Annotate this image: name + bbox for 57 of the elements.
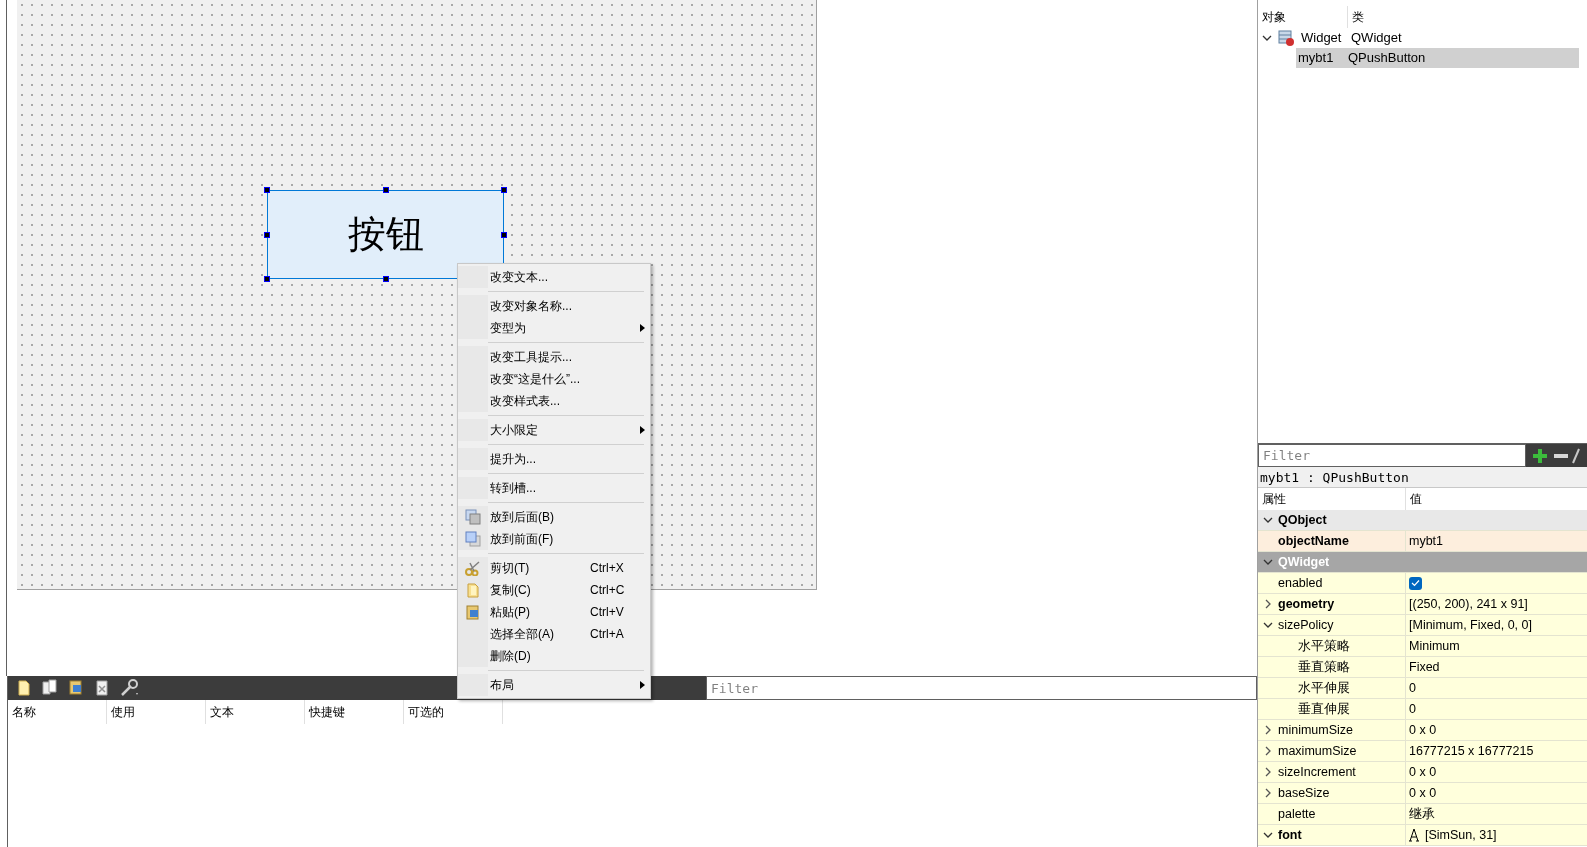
property-name: sizeIncrement [1278, 762, 1406, 782]
menu-item[interactable]: 改变对象名称... [458, 295, 650, 317]
property-name: minimumSize [1278, 720, 1406, 740]
property-name: 水平策略 [1278, 636, 1406, 656]
property-value: Minimum [1409, 637, 1460, 655]
property-value: 0 x 0 [1409, 763, 1437, 781]
property-name: 垂直伸展 [1278, 699, 1406, 719]
menu-item[interactable]: 布局 [458, 674, 650, 696]
property-name: font [1278, 825, 1406, 845]
filter-field[interactable]: Filter [706, 676, 1257, 700]
column-header[interactable]: 类 [1348, 6, 1368, 28]
property-value: [(250, 200), 241 x 91] [1409, 595, 1528, 613]
menu-item[interactable]: 粘贴(P) Ctrl+V [458, 601, 650, 623]
property-value: 0 [1409, 700, 1416, 718]
menu-item[interactable]: 选择全部(A) Ctrl+A [458, 623, 650, 645]
menu-item[interactable]: 改变工具提示... [458, 346, 650, 368]
menu-item[interactable]: 剪切(T) Ctrl+X [458, 557, 650, 579]
property-value: 16777215 x 16777215 [1409, 742, 1534, 760]
property-name: enabled [1278, 573, 1406, 593]
column-header[interactable]: 快捷键 [305, 700, 404, 724]
menu-item[interactable]: 复制(C) Ctrl+C [458, 579, 650, 601]
menu-item[interactable]: 删除(D) [458, 645, 650, 667]
tree-item[interactable]: mybt1 QPushButton [1296, 48, 1579, 68]
column-header[interactable]: 对象 [1258, 6, 1348, 28]
filter-field[interactable]: Filter [1258, 444, 1526, 467]
menu-item[interactable]: 变型为 [458, 317, 650, 339]
property-value: 继承 [1409, 805, 1435, 823]
menu-item[interactable]: 放到后面(B) [458, 506, 650, 528]
property-value: 0 x 0 [1409, 784, 1437, 802]
menu-item[interactable]: 改变“这是什么”... [458, 368, 650, 390]
property-value: 0 [1409, 679, 1416, 697]
object-title: mybt1 : QPushButton [1258, 467, 1587, 488]
property-value: Fixed [1409, 658, 1440, 676]
property-value: mybt1 [1409, 532, 1444, 550]
property-name: palette [1278, 804, 1406, 824]
menu-item[interactable]: 大小限定 [458, 419, 650, 441]
column-header[interactable]: 可选的 [404, 700, 503, 724]
property-value: [SimSun, 31] [1425, 826, 1497, 844]
property-name: sizePolicy [1278, 615, 1406, 635]
property-name: 垂直策略 [1278, 657, 1406, 677]
group-row[interactable]: QObject [1258, 510, 1587, 531]
property-value: 0 x 0 [1409, 721, 1437, 739]
property-value: [Minimum, Fixed, 0, 0] [1409, 616, 1532, 634]
menu-item[interactable]: 改变样式表... [458, 390, 650, 412]
menu-item[interactable]: 转到槽... [458, 477, 650, 499]
property-name: baseSize [1278, 783, 1406, 803]
column-header[interactable]: 值 [1406, 488, 1426, 510]
property-name: geometry [1278, 594, 1406, 614]
column-header[interactable]: 使用 [107, 700, 206, 724]
property-name: 水平伸展 [1278, 678, 1406, 698]
column-header[interactable]: 名称 [8, 700, 107, 724]
tree-item[interactable]: Widget QWidget [1299, 28, 1579, 48]
menu-item[interactable]: 放到前面(F) [458, 528, 650, 550]
property-name: maximumSize [1278, 741, 1406, 761]
menu-item[interactable]: 提升为... [458, 448, 650, 470]
property-name: objectName [1278, 531, 1406, 551]
column-header[interactable]: 文本 [206, 700, 305, 724]
